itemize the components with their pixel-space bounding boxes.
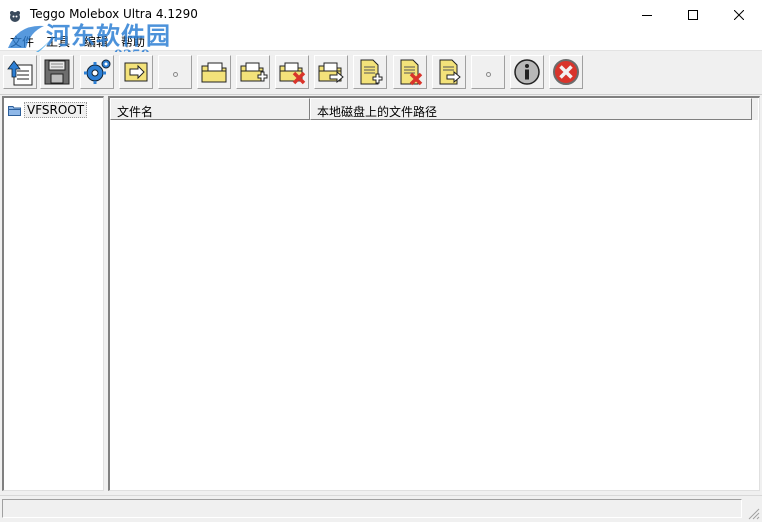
export-folder-button[interactable] [314,55,348,89]
folder-tree[interactable]: VFSROOT [2,96,104,491]
add-folder-button[interactable] [236,55,270,89]
info-icon [514,59,540,85]
save-disk-icon [44,59,70,85]
file-add-icon [360,59,383,85]
menu-tools[interactable]: 工具 [46,33,70,50]
tree-node-label: VFSROOT [24,102,88,118]
toolbar [0,52,762,95]
folder-icon [8,105,21,116]
close-icon [734,10,744,20]
status-bar [0,495,762,522]
settings-gear-icon [84,59,111,84]
app-logo-icon [10,11,20,22]
upload-document-icon [7,60,33,86]
maximize-button[interactable] [670,0,716,30]
toolbar-separator [158,55,192,89]
menu-file[interactable]: 文件 [10,33,34,50]
app-window: Teggo Molebox Ultra 4.1290 文件 工具 编辑 帮助 河… [0,0,762,522]
title-bar[interactable]: Teggo Molebox Ultra 4.1290 [0,0,762,30]
export-file-button[interactable] [432,55,466,89]
menu-help[interactable]: 帮助 [121,33,145,50]
column-header-local-path[interactable]: 本地磁盘上的文件路径 [310,98,752,120]
open-project-button[interactable] [3,55,37,89]
window-title: Teggo Molebox Ultra 4.1290 [30,7,198,21]
folder-add-icon [240,62,268,82]
close-red-icon [553,59,579,85]
list-header: 文件名 本地磁盘上的文件路径 [110,98,758,120]
menu-edit[interactable]: 编辑 [84,33,108,50]
status-panel [2,499,742,518]
add-file-button[interactable] [353,55,387,89]
save-button[interactable] [40,55,74,89]
resize-grip-icon[interactable] [746,506,760,520]
menu-bar: 文件 工具 编辑 帮助 [0,30,762,51]
folder-export-icon [318,62,344,84]
column-header-filename[interactable]: 文件名 [110,98,310,120]
settings-button[interactable] [80,55,114,89]
delete-folder-button[interactable] [275,55,309,89]
file-list[interactable]: 文件名 本地磁盘上的文件路径 [108,96,760,491]
file-export-icon [439,59,461,85]
folder-delete-icon [279,62,306,85]
toolbar-separator [471,55,505,89]
maximize-icon [688,10,698,20]
build-button[interactable] [119,55,153,89]
exit-button[interactable] [549,55,583,89]
folder-button[interactable] [197,55,231,89]
tree-node-root[interactable]: VFSROOT [8,102,88,118]
arrow-right-icon [124,62,148,82]
minimize-icon [642,15,652,16]
delete-file-button[interactable] [393,55,427,89]
about-button[interactable] [510,55,544,89]
folder-icon [201,62,227,83]
close-button[interactable] [716,0,762,30]
minimize-button[interactable] [624,0,670,30]
file-delete-icon [400,59,423,86]
